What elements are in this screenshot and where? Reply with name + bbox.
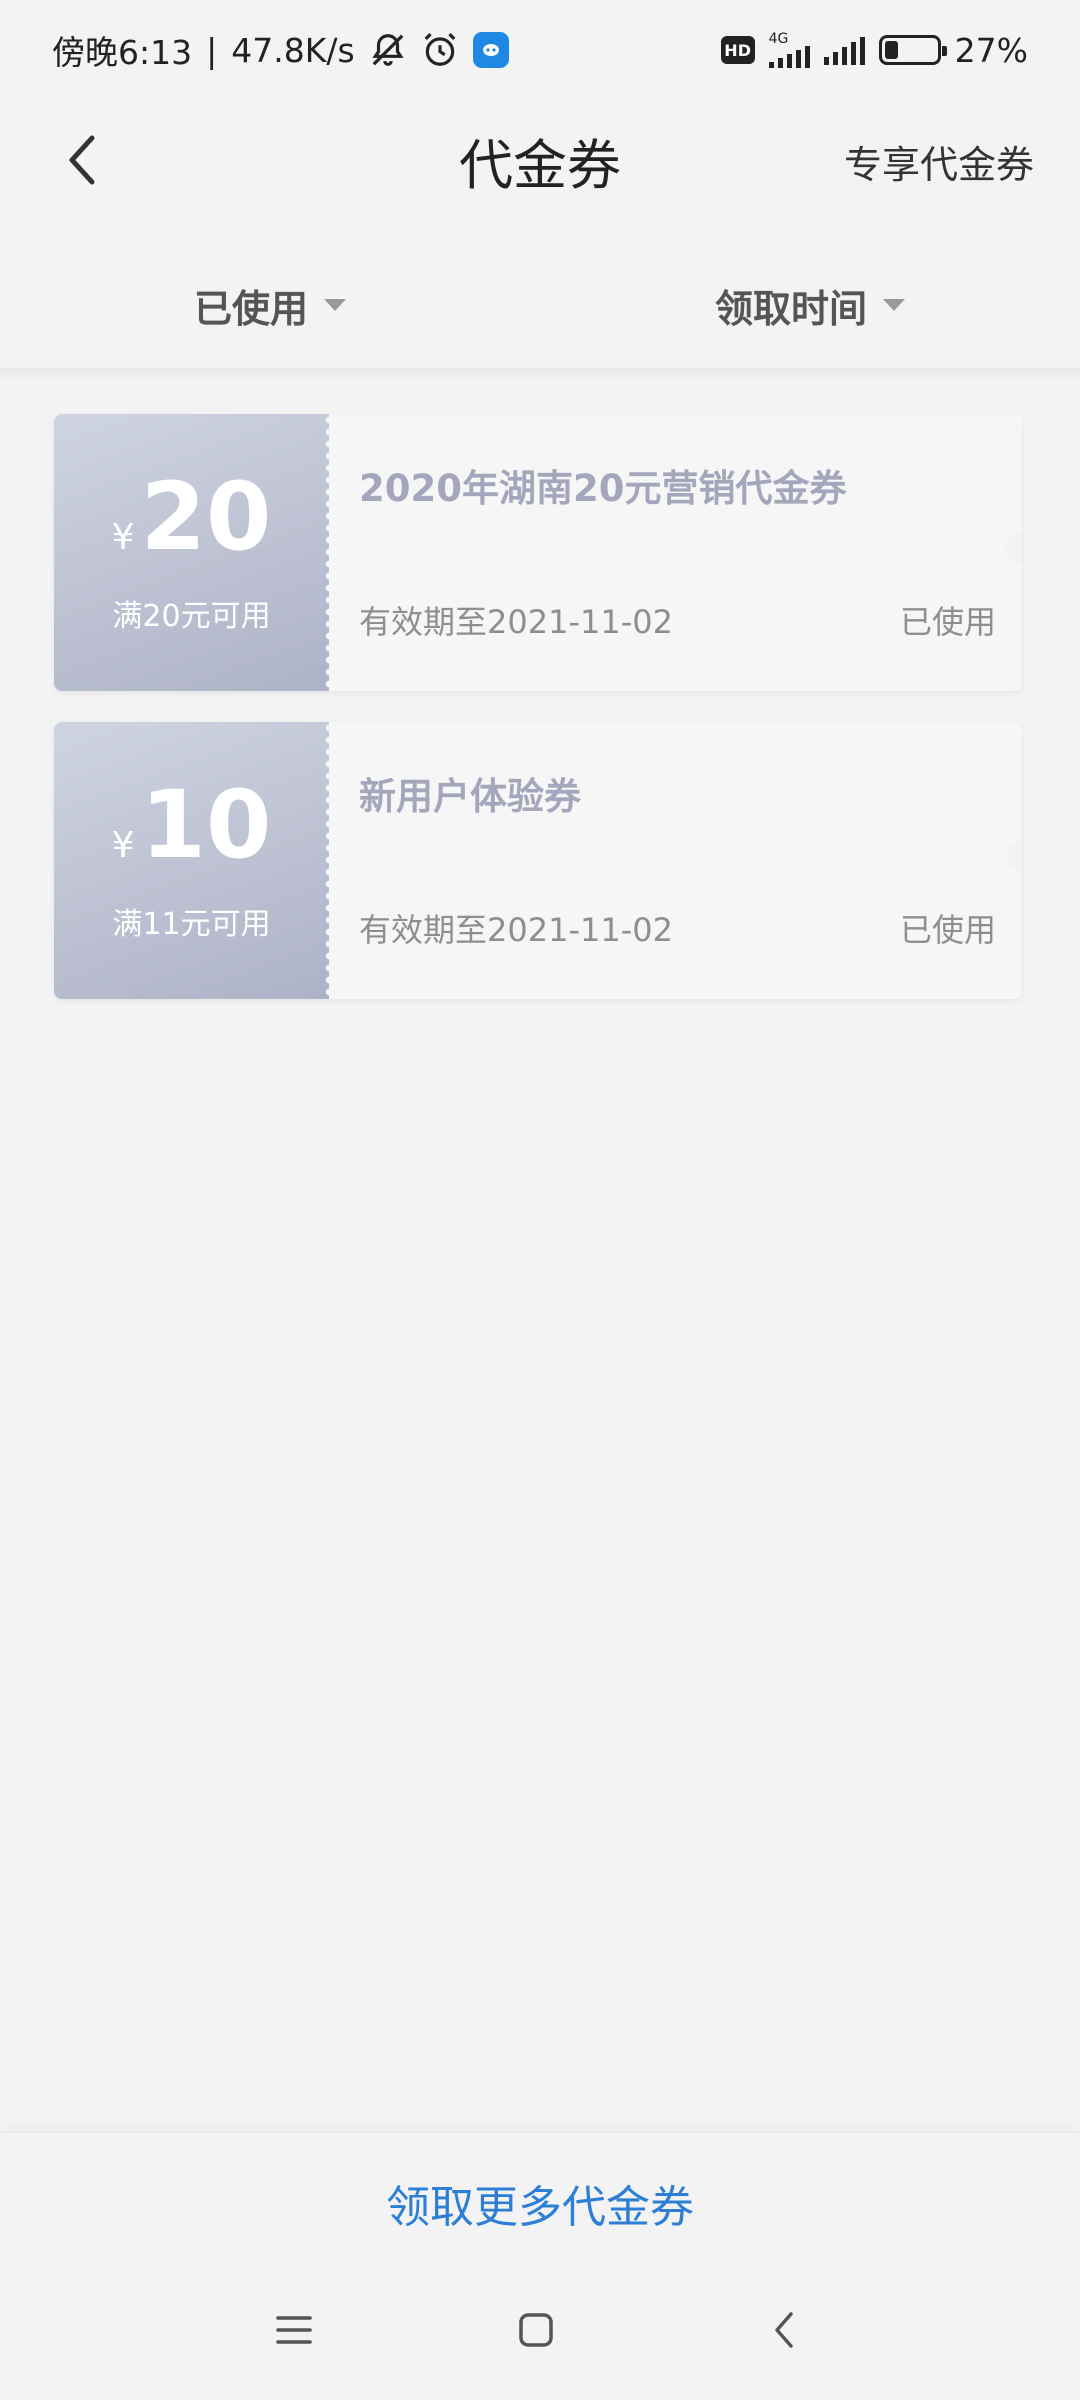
coupon-threshold: 满11元可用 <box>112 906 271 942</box>
voucher-page: 傍晚6:13 | 47.8K/s HD 4G 27% 代金券 专享代金券 已使用… <box>0 0 1080 2400</box>
system-nav-bar <box>0 2272 1080 2400</box>
filter-status-label: 已使用 <box>193 286 308 331</box>
coupon-value-panel: ¥ 10 满11元可用 <box>54 722 329 999</box>
coupon-currency: ¥ <box>111 824 135 866</box>
status-divider: | <box>206 30 218 70</box>
coupon-name: 新用户体验券 <box>359 775 581 818</box>
signal-bars-2-icon <box>823 35 865 65</box>
coupon-amount: 20 <box>140 462 272 572</box>
battery-icon <box>878 35 947 65</box>
alarm-icon <box>421 31 459 69</box>
coupon-name: 2020年湖南20元营销代金券 <box>359 467 847 510</box>
filter-divider <box>0 368 1080 380</box>
status-time: 傍晚6:13 <box>52 33 193 72</box>
menu-icon <box>276 2316 312 2344</box>
system-back-button[interactable] <box>752 2298 816 2362</box>
filter-sort-dropdown[interactable]: 领取时间 <box>540 245 1080 365</box>
filter-sort-label: 领取时间 <box>714 286 867 331</box>
page-title: 代金券 <box>459 133 621 197</box>
status-speed: 47.8K/s <box>231 30 355 70</box>
signal-icon: 4G <box>768 31 810 68</box>
app-notification-icon <box>472 32 509 68</box>
nav-bar: 代金券 专享代金券 <box>0 100 1080 220</box>
status-right: HD 4G 27% <box>720 30 1028 70</box>
coupon-amount-row: ¥ 10 <box>111 770 272 880</box>
get-more-vouchers-button[interactable]: 领取更多代金券 <box>386 2171 694 2235</box>
coupon-amount: 10 <box>140 770 272 880</box>
coupon-card[interactable]: ¥ 10 满11元可用 新用户体验券 有效期至2021-11-02 已使用 <box>54 722 1022 999</box>
coupon-status: 已使用 <box>899 911 996 949</box>
caret-down-icon <box>324 299 346 311</box>
home-button[interactable] <box>504 2298 568 2362</box>
signal-bars-1 <box>768 46 810 68</box>
coupon-currency: ¥ <box>111 516 135 558</box>
mute-icon <box>369 31 407 69</box>
back-button[interactable] <box>52 130 112 190</box>
caret-down-icon <box>883 299 905 311</box>
coupon-threshold: 满20元可用 <box>112 598 271 634</box>
status-left: 傍晚6:13 | 47.8K/s <box>52 26 509 74</box>
exclusive-vouchers-link[interactable]: 专享代金券 <box>844 134 1034 189</box>
coupon-list: ¥ 20 满20元可用 2020年湖南20元营销代金券 有效期至2021-11-… <box>54 414 1022 1030</box>
bottom-bar: 领取更多代金券 <box>0 2132 1080 2272</box>
back-icon <box>775 2312 793 2348</box>
coupon-amount-row: ¥ 20 <box>111 462 272 572</box>
coupon-info-panel: 2020年湖南20元营销代金券 有效期至2021-11-02 已使用 <box>329 414 1022 691</box>
filter-bar: 已使用 领取时间 <box>0 245 1080 365</box>
battery-percent: 27% <box>954 30 1028 70</box>
coupon-card[interactable]: ¥ 20 满20元可用 2020年湖南20元营销代金券 有效期至2021-11-… <box>54 414 1022 691</box>
coupon-validity: 有效期至2021-11-02 <box>359 911 673 949</box>
hd-icon: HD <box>720 36 755 64</box>
coupon-value-panel: ¥ 20 满20元可用 <box>54 414 329 691</box>
chevron-left-icon <box>69 135 95 185</box>
coupon-info-panel: 新用户体验券 有效期至2021-11-02 已使用 <box>329 722 1022 999</box>
menu-button[interactable] <box>262 2298 326 2362</box>
filter-status-dropdown[interactable]: 已使用 <box>0 245 540 365</box>
coupon-status: 已使用 <box>899 603 996 641</box>
battery-fill <box>884 41 899 59</box>
coupon-validity: 有效期至2021-11-02 <box>359 603 673 641</box>
home-icon <box>519 2313 553 2347</box>
status-bar: 傍晚6:13 | 47.8K/s HD 4G 27% <box>0 0 1080 100</box>
network-label: 4G <box>768 31 789 47</box>
